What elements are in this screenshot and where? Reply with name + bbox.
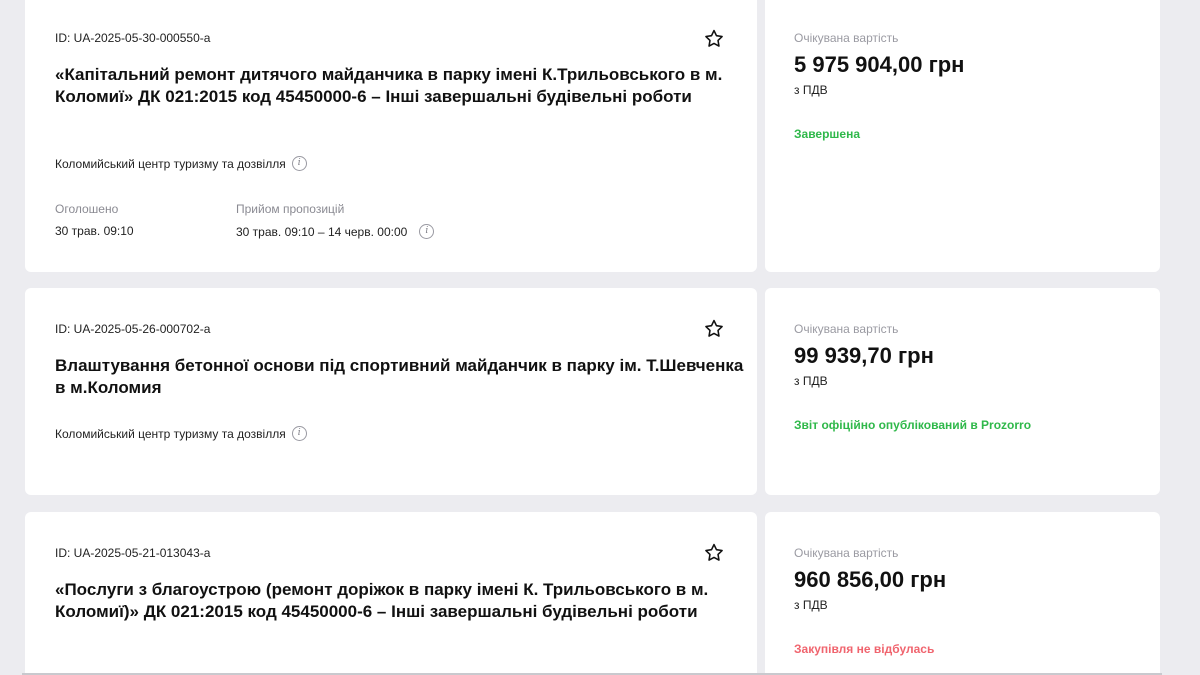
status-badge: Закупівля не відбулась <box>794 642 935 656</box>
tender-card: ID: UA-2025-05-30-000550-a «Капітальний … <box>25 0 1160 272</box>
announced-label: Оголошено <box>55 202 119 216</box>
announced-value: 30 трав. 09:10 <box>55 224 134 238</box>
tender-main-panel: ID: UA-2025-05-21-013043-a «Послуги з бл… <box>25 512 757 675</box>
vat-note: з ПДВ <box>794 374 828 388</box>
vat-note: з ПДВ <box>794 598 828 612</box>
tender-main-panel: ID: UA-2025-05-30-000550-a «Капітальний … <box>25 0 757 272</box>
vat-note: з ПДВ <box>794 83 828 97</box>
tender-card: ID: UA-2025-05-26-000702-a Влаштування б… <box>25 288 1160 495</box>
info-icon[interactable]: i <box>291 156 307 171</box>
status-badge: Завершена <box>794 127 861 141</box>
tender-id: ID: UA-2025-05-26-000702-a <box>55 322 211 336</box>
info-icon[interactable]: i <box>291 426 307 441</box>
tender-card: ID: UA-2025-05-21-013043-a «Послуги з бл… <box>25 512 1160 675</box>
expected-value-label: Очікувана вартість <box>794 546 899 560</box>
organization: Коломийський центр туризму та дозвілля i <box>55 426 307 441</box>
tender-list: ID: UA-2025-05-30-000550-a «Капітальний … <box>0 0 1200 675</box>
tender-main-panel: ID: UA-2025-05-26-000702-a Влаштування б… <box>25 288 757 495</box>
tender-title-link[interactable]: «Капітальний ремонт дитячого майданчика … <box>55 64 745 108</box>
tender-id: ID: UA-2025-05-21-013043-a <box>55 546 211 560</box>
tender-id: ID: UA-2025-05-30-000550-a <box>55 31 211 45</box>
favorite-star-icon[interactable] <box>703 542 725 564</box>
announced-block: Оголошено 30 трав. 09:10 <box>55 202 134 238</box>
tender-title-link[interactable]: Влаштування бетонної основи під спортивн… <box>55 355 745 399</box>
status-badge: Звіт офіційно опублікований в Prozorro <box>794 418 1032 432</box>
proposals-label: Прийом пропозицій <box>236 202 345 216</box>
tender-title-link[interactable]: «Послуги з благоустрою (ремонт доріжок в… <box>55 579 745 623</box>
organization-name: Коломийський центр туризму та дозвілля <box>55 156 286 171</box>
expected-value-amount: 960 856,00 грн <box>794 567 947 592</box>
expected-value-amount: 5 975 904,00 грн <box>794 52 965 77</box>
expected-value-label: Очікувана вартість <box>794 31 899 45</box>
proposals-value: 30 трав. 09:10 – 14 черв. 00:00 <box>236 224 408 239</box>
organization: Коломийський центр туризму та дозвілля i <box>55 156 307 171</box>
info-icon[interactable]: i <box>419 224 435 239</box>
favorite-star-icon[interactable] <box>703 28 725 50</box>
tender-value-panel: Очікувана вартість 99 939,70 грн з ПДВ З… <box>765 288 1160 495</box>
tender-value-panel: Очікувана вартість 960 856,00 грн з ПДВ … <box>765 512 1160 675</box>
expected-value-label: Очікувана вартість <box>794 322 899 336</box>
expected-value-amount: 99 939,70 грн <box>794 343 934 368</box>
proposals-block: Прийом пропозицій 30 трав. 09:10 – 14 че… <box>236 202 435 239</box>
organization-name: Коломийський центр туризму та дозвілля <box>55 426 286 441</box>
favorite-star-icon[interactable] <box>703 318 725 340</box>
tender-value-panel: Очікувана вартість 5 975 904,00 грн з ПД… <box>765 0 1160 272</box>
